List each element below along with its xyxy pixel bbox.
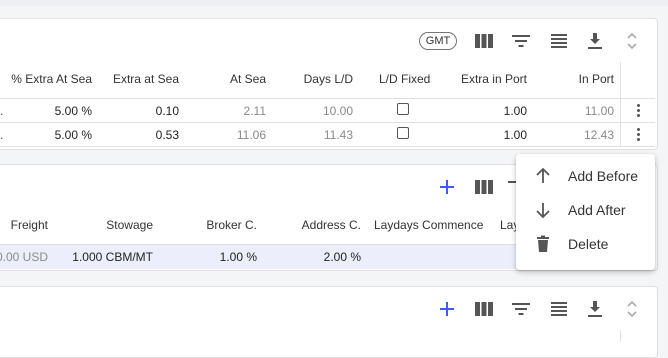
top-strip: [0, 0, 668, 6]
timezone-chip-label: GMT: [425, 35, 451, 47]
cell-pct-extra-at-sea[interactable]: 5.00 %: [55, 104, 92, 118]
expand-collapse-icon[interactable]: [621, 30, 643, 52]
col-header-broker-c[interactable]: Broker C.: [206, 218, 257, 232]
cell-address-c[interactable]: 2.00 %: [324, 250, 361, 264]
cell-extra-in-port[interactable]: 1.00: [504, 128, 527, 142]
cell-extra-in-port[interactable]: 1.00: [504, 104, 527, 118]
row-tick: .: [0, 104, 4, 118]
cell-broker-c[interactable]: 1.00 %: [220, 250, 257, 264]
col-header-at-sea[interactable]: At Sea: [230, 72, 266, 86]
cell-extra-at-sea[interactable]: 0.10: [156, 104, 179, 118]
ld-fixed-checkbox[interactable]: [397, 103, 409, 115]
col-header-extra-at-sea[interactable]: Extra at Sea: [113, 72, 179, 86]
ld-fixed-checkbox[interactable]: [397, 127, 409, 139]
density-icon[interactable]: [548, 298, 570, 320]
row-divider: [0, 146, 655, 147]
menu-item-add-after[interactable]: Add After: [516, 195, 655, 225]
download-icon[interactable]: [584, 298, 606, 320]
header-divider: [0, 98, 655, 99]
menu-item-label: Delete: [568, 236, 609, 252]
menu-item-label: Add After: [568, 202, 626, 218]
add-icon[interactable]: [436, 298, 458, 320]
cell-extra-at-sea[interactable]: 0.53: [156, 128, 179, 142]
menu-item-delete[interactable]: Delete: [516, 229, 655, 259]
arrow-up-icon: [533, 166, 553, 186]
columns-icon[interactable]: [473, 30, 495, 52]
col-header-in-port[interactable]: In Port: [579, 72, 614, 86]
col-header-stowage[interactable]: Stowage: [106, 218, 153, 232]
download-icon[interactable]: [584, 30, 606, 52]
expand-collapse-icon[interactable]: [621, 298, 643, 320]
filter-icon[interactable]: [510, 30, 532, 52]
cell-days-ld: 10.00: [322, 104, 353, 118]
col-header-ld-fixed[interactable]: L/D Fixed: [379, 72, 430, 86]
col-header-days-ld[interactable]: Days L/D: [304, 72, 353, 86]
col-header-pct-extra-at-sea[interactable]: % Extra At Sea: [11, 72, 92, 86]
columns-icon[interactable]: [473, 298, 495, 320]
row-menu-icon[interactable]: [637, 128, 641, 143]
arrow-down-icon: [533, 200, 553, 220]
cell-pct-extra-at-sea[interactable]: 5.00 %: [55, 128, 92, 142]
menu-item-label: Add Before: [568, 168, 639, 184]
cell-stowage[interactable]: 1.000 CBM/MT: [72, 250, 153, 264]
density-icon[interactable]: [548, 30, 570, 52]
third-grid-panel: [0, 286, 658, 358]
cell-at-sea: 11.06: [236, 128, 266, 142]
columns-icon[interactable]: [473, 176, 495, 198]
row-tick: .: [0, 128, 4, 142]
cell-at-sea: 2.11: [243, 104, 266, 118]
cell-in-port: 11.00: [584, 104, 614, 118]
col-header-address-c[interactable]: Address C.: [302, 218, 361, 232]
col-header-extra-in-port[interactable]: Extra in Port: [461, 72, 527, 86]
row-menu-icon[interactable]: [637, 104, 641, 119]
row-divider: [0, 122, 655, 123]
col-header-freight[interactable]: Freight: [11, 218, 48, 232]
add-icon[interactable]: [436, 176, 458, 198]
pinned-column-divider: [620, 330, 621, 342]
row-context-menu: Add Before Add After Delete: [516, 154, 655, 270]
timezone-chip[interactable]: GMT: [419, 32, 457, 50]
filter-icon[interactable]: [510, 298, 532, 320]
cell-days-ld: 11.43: [323, 128, 353, 142]
trash-icon: [533, 234, 553, 254]
menu-item-add-before[interactable]: Add Before: [516, 161, 655, 191]
cell-freight[interactable]: 0.00 USD: [0, 250, 48, 264]
col-header-laydays-commence[interactable]: Laydays Commence: [374, 218, 483, 232]
cell-in-port: 12.43: [583, 128, 614, 142]
pinned-column-divider: [620, 62, 621, 147]
